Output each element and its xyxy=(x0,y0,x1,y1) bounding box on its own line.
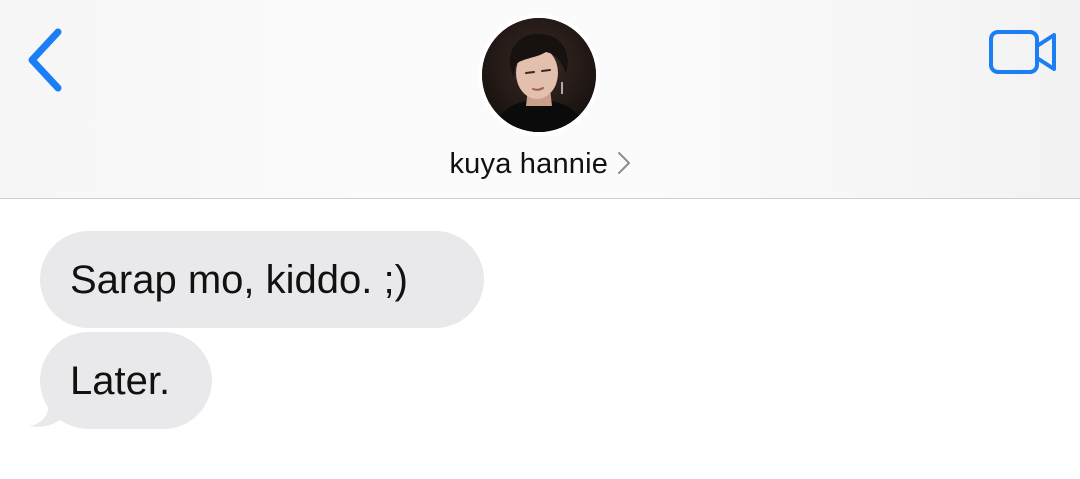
facetime-video-button[interactable] xyxy=(982,22,1064,82)
incoming-message-bubble[interactable]: Later. xyxy=(40,332,212,429)
incoming-message-bubble[interactable]: Sarap mo, kiddo. ;) xyxy=(40,231,484,328)
conversation-header: kuya hannie xyxy=(0,0,1080,199)
messages-screen: kuya hannie Sarap mo, kiddo. ;) Later. xyxy=(0,0,1080,479)
message-text: Later. xyxy=(70,358,171,403)
contact-name-button[interactable]: kuya hannie xyxy=(0,148,1080,181)
chevron-right-icon xyxy=(617,151,630,174)
back-button[interactable] xyxy=(16,22,72,98)
avatar-photo xyxy=(482,18,596,132)
contact-avatar[interactable] xyxy=(478,14,600,136)
message-text: Sarap mo, kiddo. ;) xyxy=(70,257,408,302)
chevron-left-icon xyxy=(28,28,62,92)
video-camera-icon xyxy=(989,30,1056,74)
contact-name: kuya hannie xyxy=(449,148,609,180)
